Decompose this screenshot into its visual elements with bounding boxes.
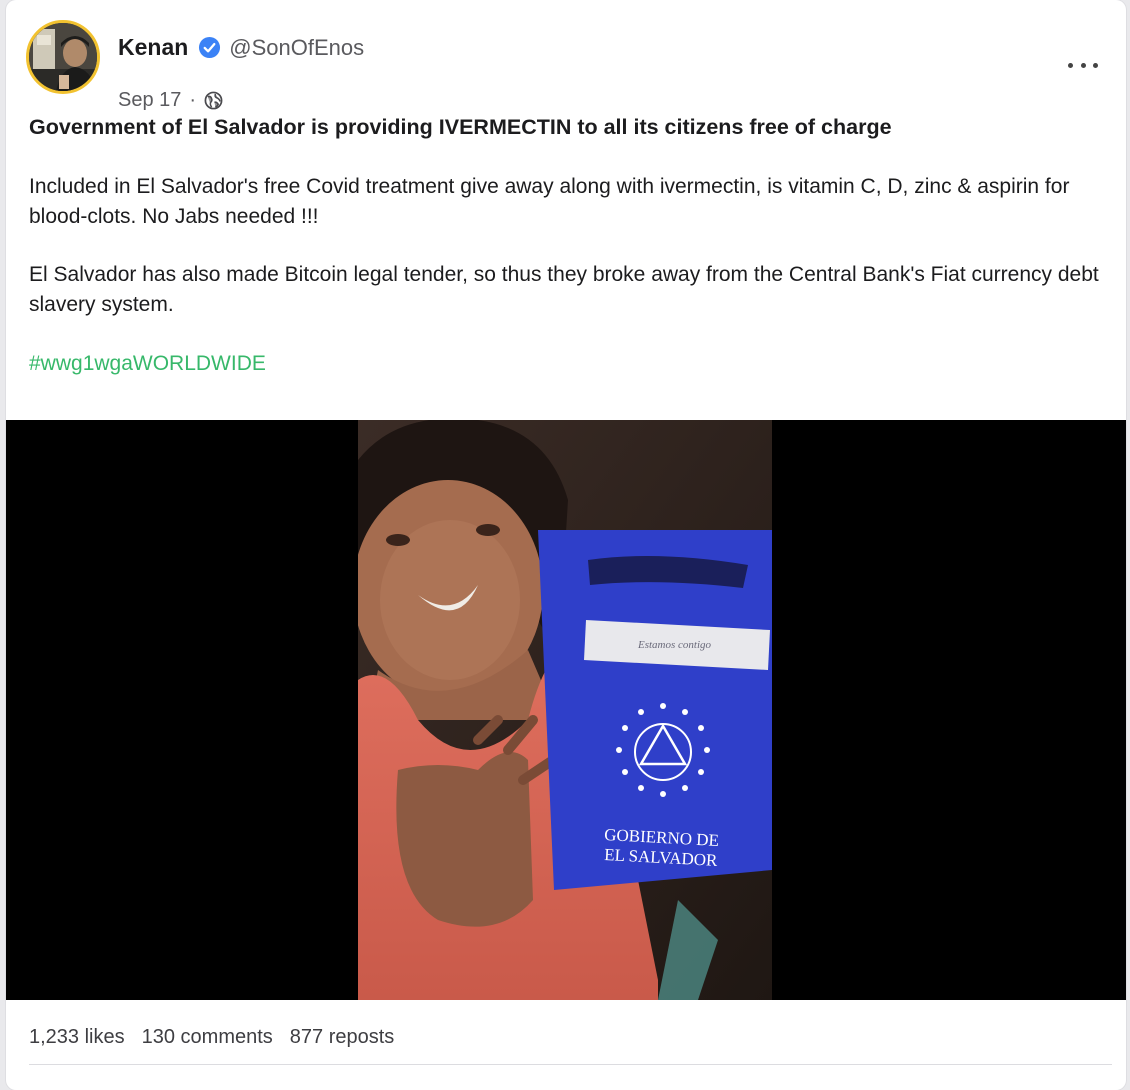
video-frame: Estamos contigo GOBIERNO DE EL SALVADOR — [358, 420, 772, 1000]
government-bag: Estamos contigo GOBIERNO DE EL SALVADOR — [538, 530, 772, 890]
avatar[interactable] — [26, 20, 100, 94]
avatar-photo — [29, 23, 97, 91]
post-paragraph: El Salvador has also made Bitcoin legal … — [29, 263, 1099, 316]
post-meta: Sep 17 · — [118, 89, 223, 112]
post-title: Government of El Salvador is providing I… — [29, 115, 892, 139]
more-dot-icon — [1093, 62, 1098, 68]
post-date[interactable]: Sep 17 — [118, 89, 181, 112]
verified-badge-icon — [198, 36, 221, 59]
post-video[interactable]: Estamos contigo GOBIERNO DE EL SALVADOR — [6, 420, 1126, 1000]
post-card: Kenan @SonOfEnos Sep 17 · Government of … — [6, 0, 1126, 1090]
comments-count[interactable]: 130 comments — [142, 1026, 273, 1049]
author-row: Kenan @SonOfEnos — [118, 34, 364, 61]
bag-tag-text: Estamos contigo — [637, 639, 712, 651]
globe-icon — [204, 91, 223, 110]
post-body: Government of El Salvador is providing I… — [29, 112, 1104, 379]
author-handle[interactable]: @SonOfEnos — [229, 35, 364, 61]
video-still: Estamos contigo GOBIERNO DE EL SALVADOR — [358, 420, 772, 1000]
more-dot-icon — [1080, 62, 1086, 68]
post-header: Kenan @SonOfEnos Sep 17 · — [26, 20, 1106, 111]
likes-count[interactable]: 1,233 likes — [29, 1026, 125, 1049]
more-dot-icon — [1068, 62, 1073, 68]
author-name[interactable]: Kenan — [118, 34, 188, 61]
reposts-count[interactable]: 877 reposts — [290, 1026, 395, 1049]
hashtag-link[interactable]: #wwg1wgaWORLDWIDE — [29, 349, 1104, 379]
meta-separator: · — [189, 89, 197, 111]
post-stats: 1,233 likes 130 comments 877 reposts — [29, 1026, 411, 1049]
post-paragraph: Included in El Salvador's free Covid tre… — [29, 175, 1070, 228]
more-options-button[interactable] — [1068, 58, 1098, 72]
stats-divider — [29, 1064, 1112, 1065]
